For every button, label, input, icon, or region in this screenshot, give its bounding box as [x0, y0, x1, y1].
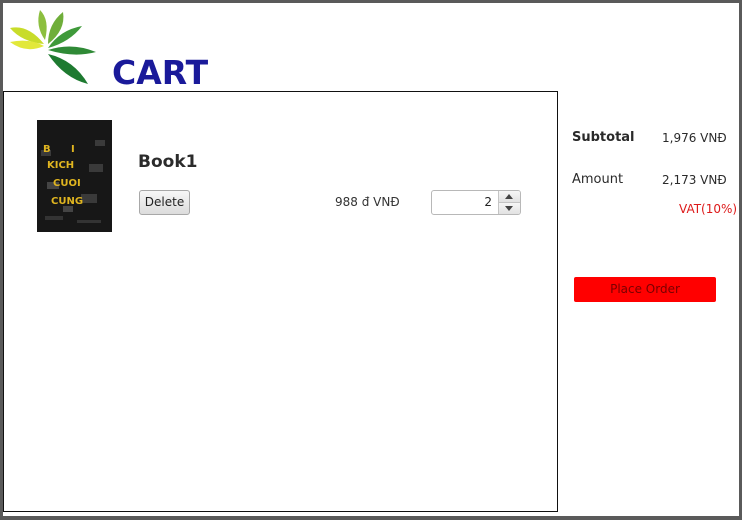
svg-text:B: B [43, 144, 51, 155]
svg-text:CUOI: CUOI [53, 178, 81, 189]
svg-text:I: I [71, 144, 75, 155]
subtotal-label: Subtotal [572, 130, 635, 145]
quantity-input[interactable] [432, 191, 498, 214]
item-price: 988 đ VNĐ [335, 195, 400, 209]
leaf-logo-icon [10, 10, 96, 84]
amount-label: Amount [572, 172, 624, 187]
amount-value: 2,173 VNĐ [662, 173, 727, 187]
decrement-button[interactable] [499, 203, 520, 214]
place-order-button[interactable]: Place Order [574, 277, 716, 302]
vat-label: VAT(10%) [679, 202, 738, 216]
book-cover-image: B I KICH CUOI CUNG [37, 120, 112, 232]
item-title: Book1 [138, 152, 198, 172]
svg-text:KICH: KICH [47, 160, 74, 171]
subtotal-value: 1,976 VNĐ [662, 131, 727, 145]
chevron-up-icon [505, 194, 513, 199]
page-title: CART [112, 53, 209, 92]
chevron-down-icon [505, 206, 513, 211]
increment-button[interactable] [499, 191, 520, 203]
delete-button[interactable]: Delete [139, 190, 190, 215]
cart-item: B I KICH CUOI CUNG Book1 Delete 988 đ VN… [4, 92, 557, 242]
stepper-buttons [498, 191, 520, 214]
cart-items-panel[interactable]: B I KICH CUOI CUNG Book1 Delete 988 đ VN… [3, 91, 558, 512]
svg-text:CUNG: CUNG [51, 196, 83, 207]
quantity-stepper[interactable] [431, 190, 521, 215]
